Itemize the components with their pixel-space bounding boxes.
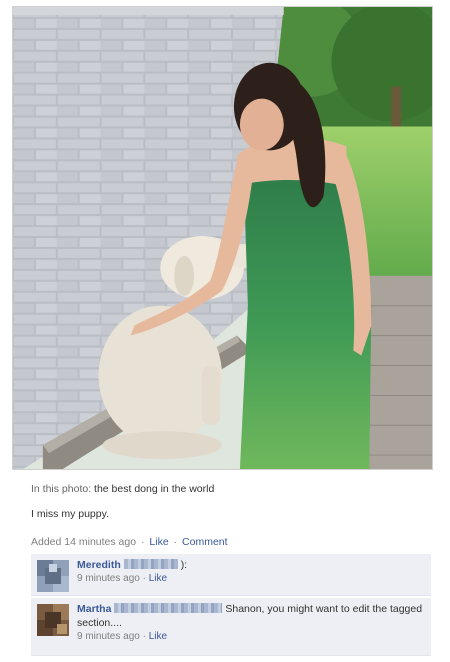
comment-body: Martha Shanon, you might want to edit th… [77, 602, 425, 644]
comment-body: Meredith ): 9 minutes ago · Like [77, 558, 425, 586]
comment-timestamp: 9 minutes ago [77, 573, 140, 584]
separator: · [141, 536, 145, 548]
comment-meta: 9 minutes ago · Like [77, 630, 425, 644]
comment-meta: 9 minutes ago · Like [77, 572, 425, 586]
post-like-link[interactable]: Like [149, 536, 168, 548]
post-timestamp: Added 14 minutes ago [31, 536, 137, 548]
comment-timestamp: 9 minutes ago [77, 631, 140, 642]
comment: Martha Shanon, you might want to edit th… [31, 598, 431, 656]
post-photo[interactable] [12, 6, 433, 470]
post-meta: Added 14 minutes ago · Like · Comment [31, 535, 431, 549]
caption-tag[interactable]: the best dong in the world [94, 483, 214, 495]
user-avatar-icon[interactable] [37, 604, 69, 636]
user-avatar-icon[interactable] [37, 560, 69, 592]
comment: Meredith ): 9 minutes ago · Like [31, 554, 431, 596]
comment-text: ): [180, 559, 188, 571]
caption-prefix: In this photo: [31, 483, 92, 495]
separator: · [142, 573, 146, 584]
photo-caption: In this photo: the best dong in the worl… [31, 482, 421, 496]
separator: · [142, 631, 146, 642]
comment-like-link[interactable]: Like [149, 573, 167, 584]
status-text: I miss my puppy. [31, 508, 109, 520]
comment-author[interactable]: Martha [77, 603, 111, 615]
redacted-surname [114, 603, 223, 613]
comment-author[interactable]: Meredith [77, 559, 121, 571]
redacted-surname [123, 559, 178, 569]
separator: · [173, 536, 178, 548]
dog-and-woman-photo-icon [13, 7, 432, 469]
post-comment-link[interactable]: Comment [182, 536, 228, 548]
comment-like-link[interactable]: Like [149, 631, 167, 642]
